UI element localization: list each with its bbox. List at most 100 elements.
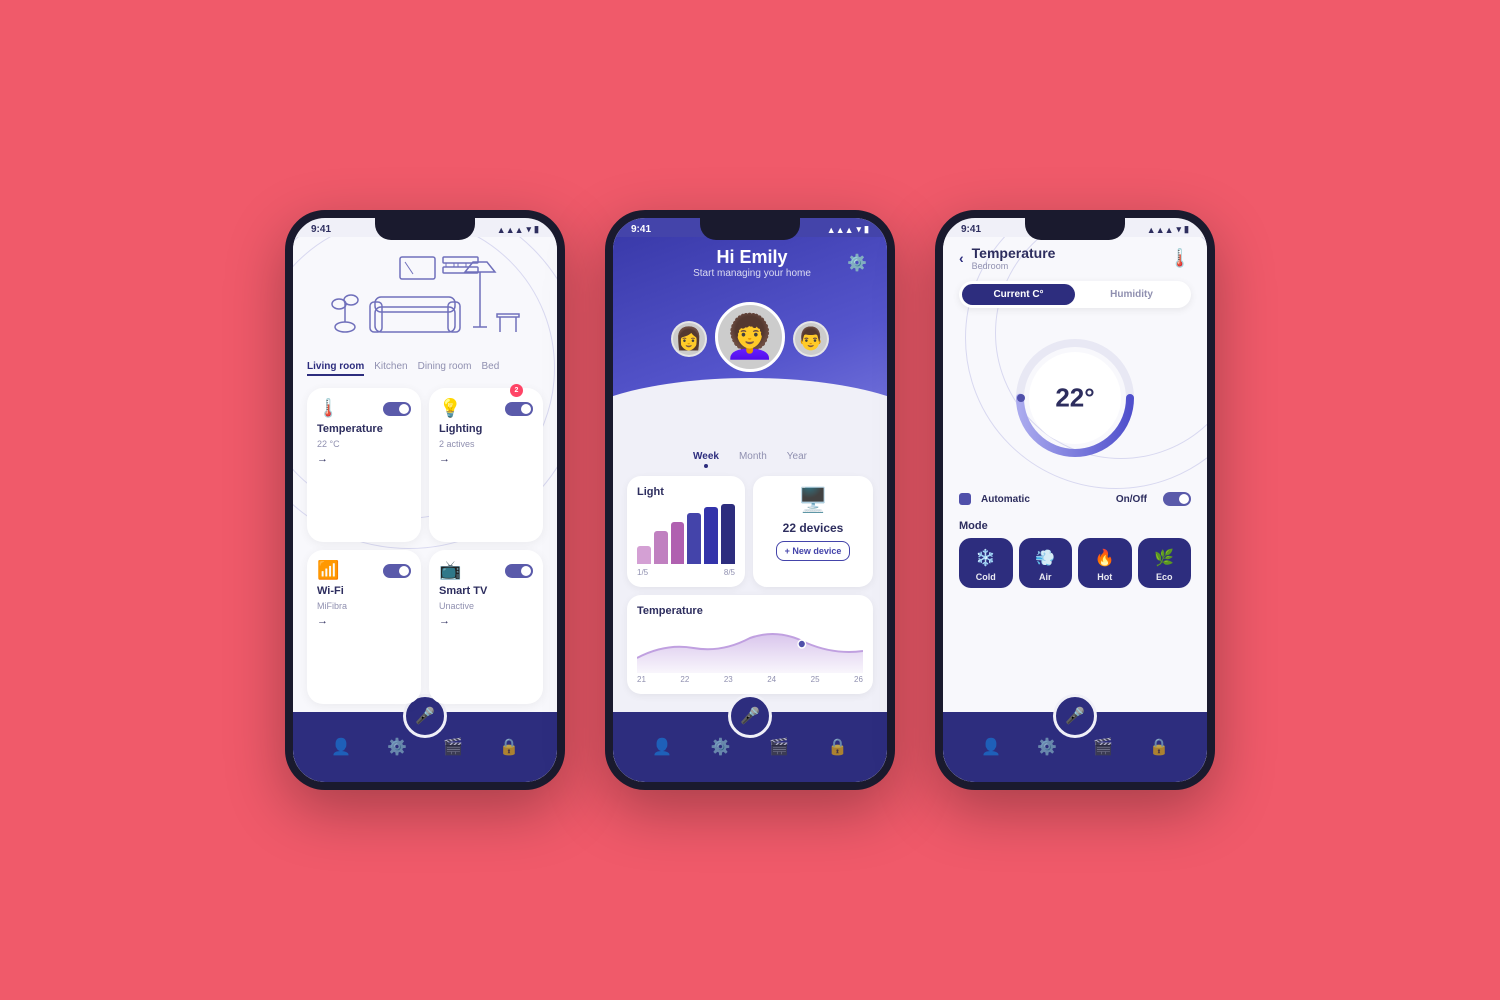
light-label: Light [637, 486, 735, 498]
bar-3 [671, 522, 685, 564]
device-grid: 🌡️ Temperature 22 °C → 2 💡 Lighting 2 ac [293, 380, 557, 712]
room-tabs[interactable]: Living room Kitchen Dining room Bed [293, 357, 557, 380]
nav-settings-icon-3[interactable]: ⚙️ [1037, 737, 1057, 757]
mode-eco[interactable]: 🌿 Eco [1138, 538, 1192, 588]
nav-lock-icon-3[interactable]: 🔒 [1149, 737, 1169, 757]
period-week[interactable]: Week [693, 451, 719, 468]
nav-mic-button-2[interactable]: 🎤 [728, 694, 772, 738]
nav-settings-icon[interactable]: ⚙️ [387, 737, 407, 757]
mode-cold[interactable]: ❄️ Cold [959, 538, 1013, 588]
wifi-arrow[interactable]: → [317, 615, 411, 627]
temp-chart-card[interactable]: Temperature [627, 595, 873, 694]
auto-row: Automatic On/Off [959, 488, 1191, 510]
thermometer-page-icon: 🌡️ [1169, 248, 1191, 269]
room-tab-bed[interactable]: Bed [482, 361, 500, 376]
mode-grid: ❄️ Cold 💨 Air 🔥 Hot 🌿 Eco [959, 538, 1191, 588]
temp-dial[interactable]: 22° [1005, 328, 1145, 468]
dashboard-body: Week Month Year Light [613, 437, 887, 712]
room-tab-dining[interactable]: Dining room [418, 361, 472, 376]
device-card-header-light: 💡 [439, 398, 533, 419]
lighting-toggle[interactable] [505, 402, 533, 416]
air-icon: 💨 [1035, 548, 1055, 568]
temp-date-6: 26 [854, 675, 863, 684]
wifi-icon-3: ▾ [1177, 224, 1182, 235]
tv-arrow[interactable]: → [439, 615, 533, 627]
tv-icon: 📺 [439, 560, 461, 581]
lighting-arrow[interactable]: → [439, 453, 533, 465]
nav-camera-icon-2[interactable]: 🎬 [769, 737, 789, 757]
device-card-tv[interactable]: 📺 Smart TV Unactive → [429, 550, 543, 704]
device-card-header-wifi: 📶 [317, 560, 411, 581]
nav-camera-icon-3[interactable]: 🎬 [1093, 737, 1113, 757]
temp-page-header: ‹ Temperature Bedroom 🌡️ [959, 245, 1191, 271]
period-month[interactable]: Month [739, 451, 767, 468]
eco-icon: 🌿 [1154, 548, 1174, 568]
signal-icon-3: ▲▲▲ [1147, 225, 1174, 235]
thermometer-icon: 🌡️ [317, 398, 339, 419]
status-bar-3: 9:41 ▲▲▲ ▾ ▮ [943, 218, 1207, 237]
room-tab-living[interactable]: Living room [307, 361, 364, 376]
temp-chart-label: Temperature [637, 605, 863, 617]
device-card-header-tv: 📺 [439, 560, 533, 581]
onoff-toggle[interactable] [1163, 492, 1191, 506]
time-1: 9:41 [311, 224, 331, 235]
temp-dial-container: 22° [959, 318, 1191, 478]
hot-label: Hot [1097, 572, 1112, 582]
room-tab-kitchen[interactable]: Kitchen [374, 361, 407, 376]
phone3-content: ‹ Temperature Bedroom 🌡️ Current C° Humi… [943, 237, 1207, 712]
time-3: 9:41 [961, 224, 981, 235]
nav-settings-icon-2[interactable]: ⚙️ [711, 737, 731, 757]
bottom-nav-3: 👤 ⚙️ 🎤 🎬 🔒 [943, 712, 1207, 782]
page-sub-text: Bedroom [972, 261, 1056, 271]
tab-current-temp[interactable]: Current C° [962, 284, 1075, 305]
room-illustration [293, 237, 557, 357]
avatar-user1[interactable]: 👩 [671, 321, 707, 357]
nav-profile-icon[interactable]: 👤 [331, 737, 351, 757]
phone1-inner: Living room Kitchen Dining room Bed 🌡️ T… [293, 237, 557, 712]
avatar-main[interactable]: 👩‍🦱 [715, 302, 785, 372]
devices-card[interactable]: 🖥️ 22 devices + New device [753, 476, 873, 587]
temp-toggle[interactable] [383, 402, 411, 416]
nav-profile-icon-2[interactable]: 👤 [652, 737, 672, 757]
mode-hot[interactable]: 🔥 Hot [1078, 538, 1132, 588]
chart-date-start: 1/5 [637, 568, 648, 577]
tab-humidity[interactable]: Humidity [1075, 284, 1188, 305]
temp-device-sub: 22 °C [317, 439, 411, 449]
nav-lock-icon[interactable]: 🔒 [499, 737, 519, 757]
nav-lock-icon-2[interactable]: 🔒 [828, 737, 848, 757]
avatar-row: 👩 👩‍🦱 👨 [633, 287, 867, 357]
hot-icon: 🔥 [1095, 548, 1115, 568]
battery-icon-3: ▮ [1184, 224, 1189, 235]
battery-icon: ▮ [534, 224, 539, 235]
device-card-lighting[interactable]: 2 💡 Lighting 2 actives → [429, 388, 543, 542]
cold-label: Cold [976, 572, 996, 582]
wifi-device-name: Wi-Fi [317, 585, 411, 597]
back-button[interactable]: ‹ [959, 250, 964, 266]
mode-air[interactable]: 💨 Air [1019, 538, 1073, 588]
temp-page-title: Temperature Bedroom [972, 245, 1056, 271]
tv-toggle[interactable] [505, 564, 533, 578]
device-card-wifi[interactable]: 📶 Wi-Fi MiFibra → [307, 550, 421, 704]
nav-camera-icon[interactable]: 🎬 [443, 737, 463, 757]
period-tabs: Week Month Year [627, 445, 873, 468]
bar-1 [637, 546, 651, 564]
status-bar-1: 9:41 ▲▲▲ ▾ ▮ [293, 218, 557, 237]
temp-date-2: 22 [680, 675, 689, 684]
avatar-user2[interactable]: 👨 [793, 321, 829, 357]
devices-count: 22 devices [783, 521, 844, 535]
cold-icon: ❄️ [976, 548, 996, 568]
wifi-toggle[interactable] [383, 564, 411, 578]
period-year[interactable]: Year [787, 451, 807, 468]
bar-chart [637, 504, 735, 564]
temp-arrow[interactable]: → [317, 453, 411, 465]
header-title: Hi Emily Start managing your home [657, 247, 847, 279]
chart-dates: 1/5 8/5 [637, 568, 735, 577]
device-card-temperature[interactable]: 🌡️ Temperature 22 °C → [307, 388, 421, 542]
settings-gear-icon[interactable]: ⚙️ [847, 253, 867, 273]
devices-screen-icon: 🖥️ [798, 486, 828, 515]
phone1-content: Living room Kitchen Dining room Bed 🌡️ T… [293, 237, 557, 712]
nav-profile-icon-3[interactable]: 👤 [981, 737, 1001, 757]
new-device-button[interactable]: + New device [776, 541, 851, 561]
greeting-text: Hi Emily [657, 247, 847, 268]
light-card[interactable]: Light 1/5 8/5 [627, 476, 745, 587]
